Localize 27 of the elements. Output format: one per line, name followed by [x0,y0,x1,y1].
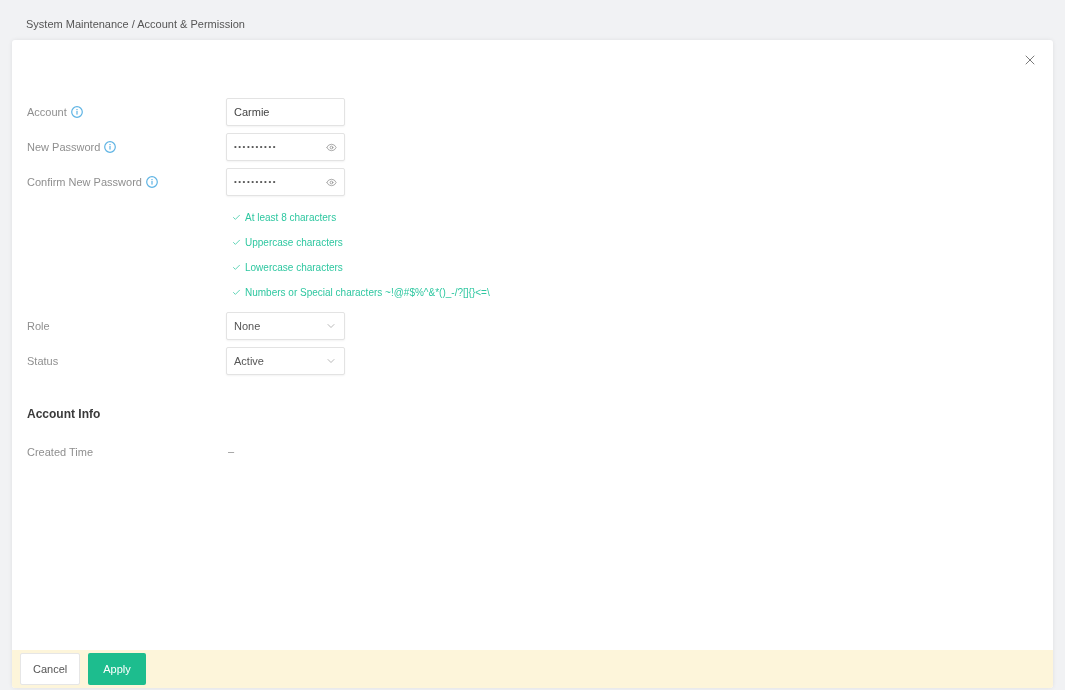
field-label: Role [27,318,50,334]
dropdown[interactable]: None [226,312,345,340]
info-value: – [228,443,235,459]
cancel-button[interactable]: Cancel [20,653,81,685]
account-field[interactable]: Carmie [226,98,345,126]
password-field[interactable]: •••••••••• [226,133,345,161]
password-rule: Numbers or Special characters ~!@#$%^&*()_-/?[]{}<=\ [245,286,490,300]
field-label: New Password [27,139,101,155]
password-field[interactable]: •••••••••• [226,168,345,196]
info-icon[interactable] [70,106,83,118]
field-label: Status [27,353,59,369]
info-icon[interactable] [145,176,158,188]
password-rule: Lowercase characters [245,261,343,275]
account-value: Carmie [234,104,270,120]
info-icon[interactable] [104,141,117,153]
section-heading: Account Info [27,407,101,421]
field-label: Confirm New Password [27,174,142,190]
eye-icon[interactable] [326,141,337,153]
breadcrumb: System Maintenance / Account & Permission [26,16,245,32]
password-rule: At least 8 characters [245,211,337,225]
password-value: •••••••••• [234,141,277,153]
password-value: •••••••••• [234,176,277,188]
dropdown[interactable]: Active [226,347,345,375]
password-rule: Uppercase characters [245,236,343,250]
info-label: Created Time [27,446,94,458]
eye-icon[interactable] [326,176,337,188]
field-label: Account [27,104,67,120]
